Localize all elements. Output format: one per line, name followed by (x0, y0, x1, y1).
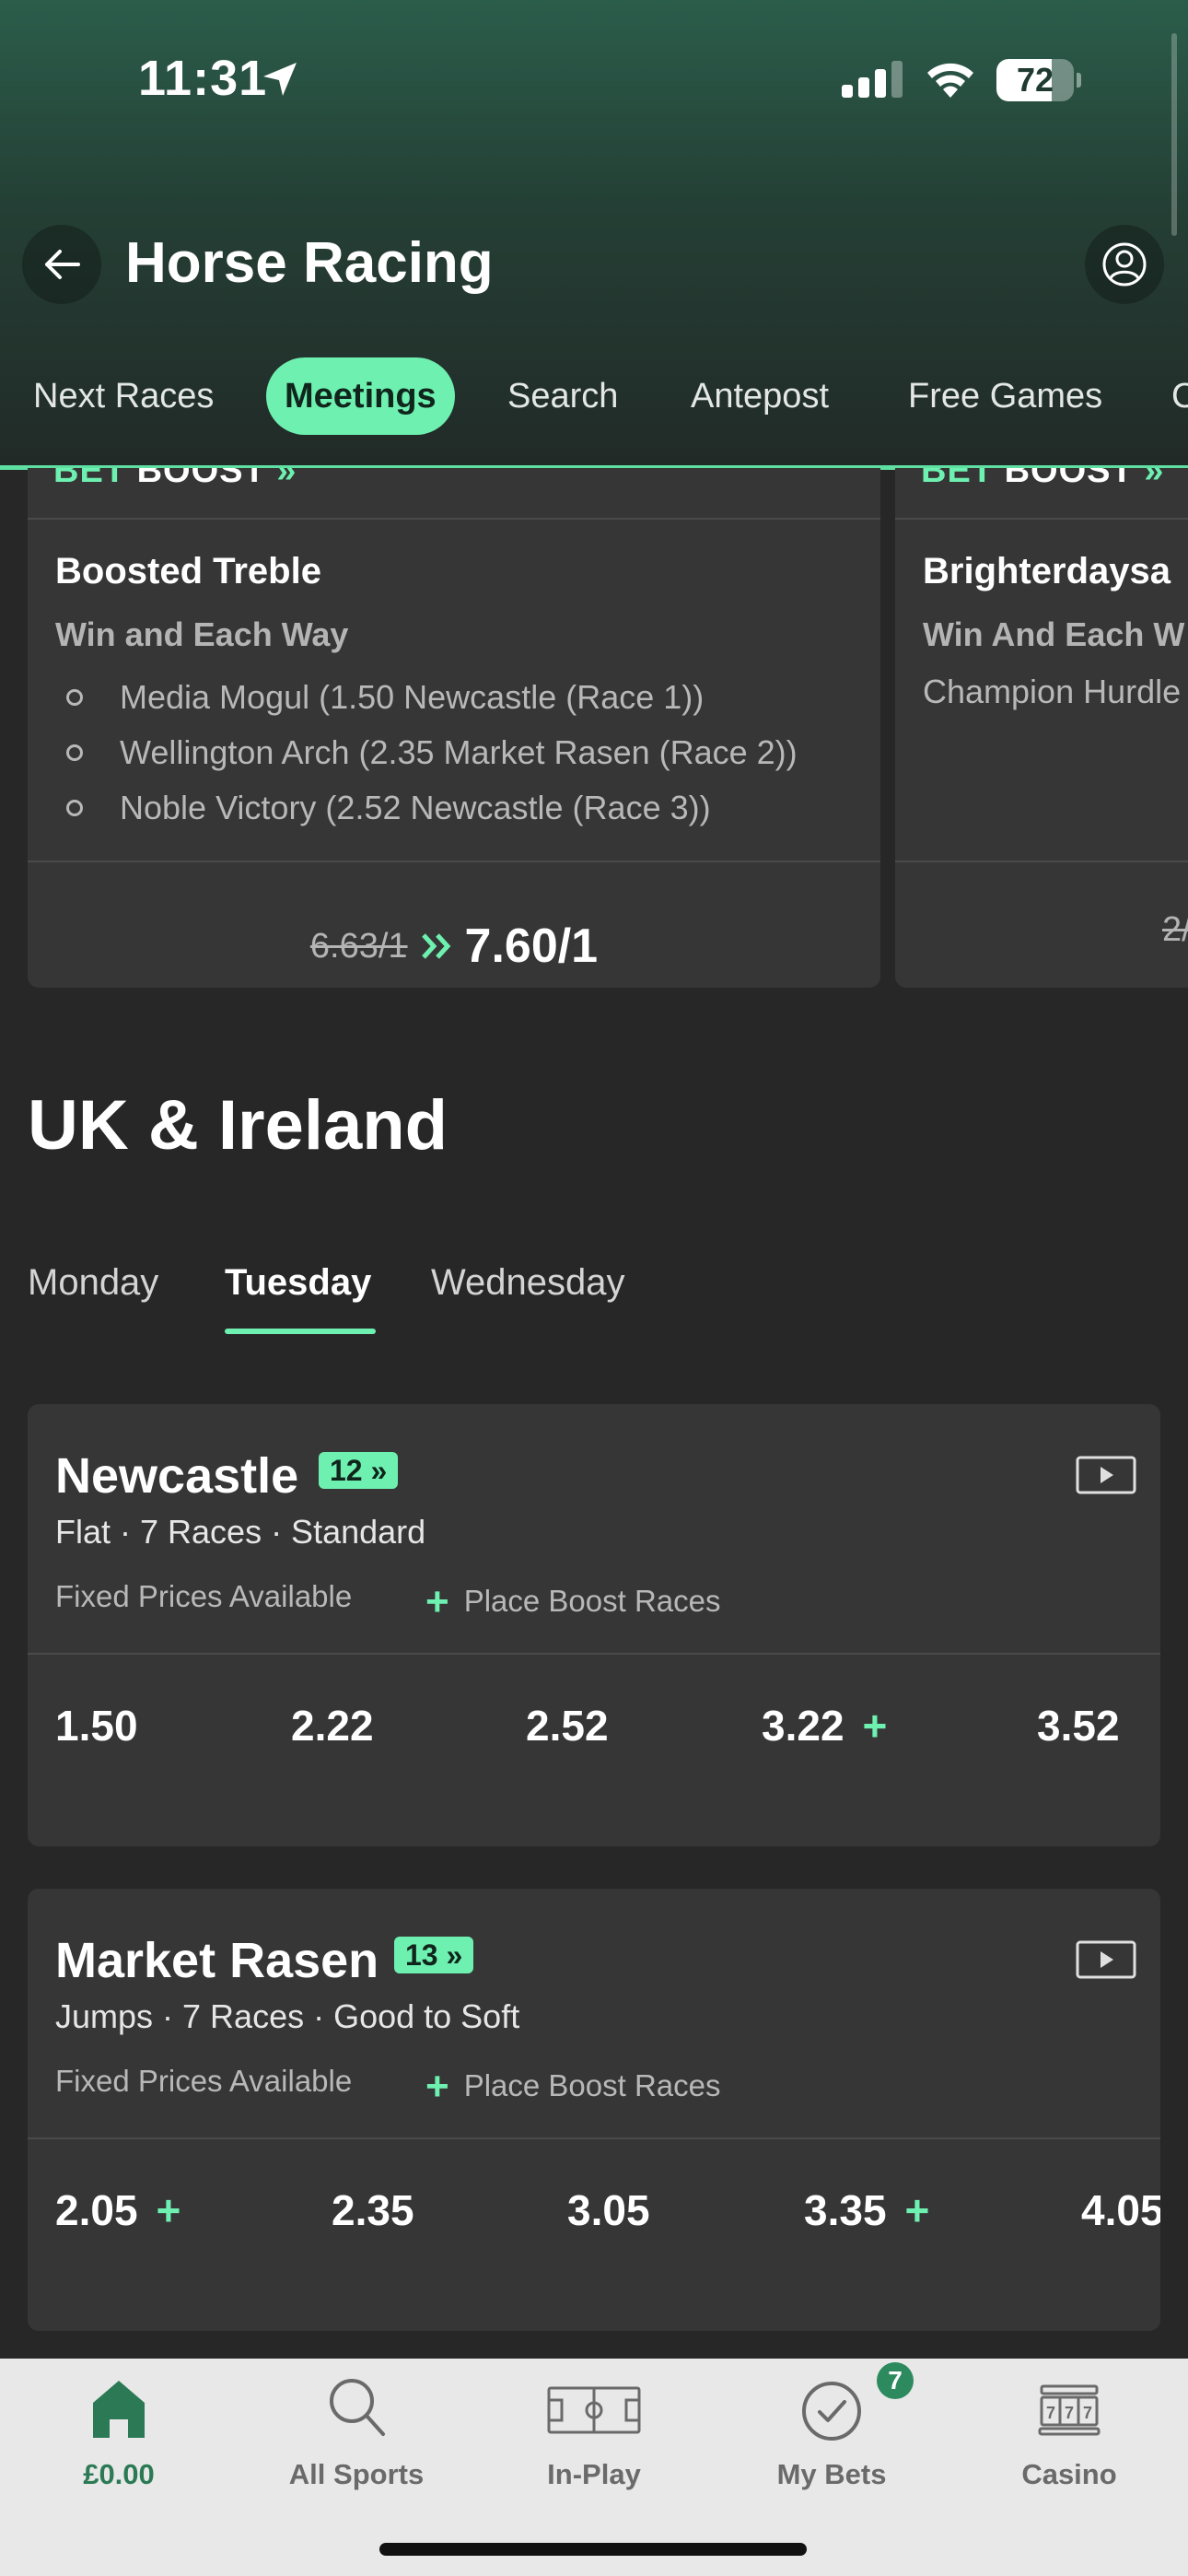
double-chevron-icon: » (276, 468, 297, 490)
boost-market: Win and Each Way (55, 615, 349, 653)
boost-chevron-icon (421, 933, 450, 959)
race-time-button[interactable]: 2.52 (526, 1701, 609, 1751)
plus-icon: + (425, 1579, 449, 1624)
active-day-indicator (225, 1329, 376, 1334)
tab-antepost[interactable]: Antepost (691, 357, 829, 435)
boost-selection: Noble Victory (2.52 Newcastle (Race 3)) (55, 789, 711, 827)
boost-card[interactable]: BET BOOST » Brighterdaysa Win And Each W… (895, 468, 1188, 988)
double-chevron-icon: » (370, 1454, 388, 1487)
race-time-button[interactable]: 3.22 + (762, 1701, 887, 1751)
account-button[interactable] (1085, 225, 1164, 304)
location-arrow-icon (263, 63, 297, 96)
day-tab-monday[interactable]: Monday (28, 1262, 158, 1304)
battery-level: 72 (1016, 61, 1054, 99)
place-boost-label: + Place Boost Races (425, 2064, 721, 2109)
day-tab-wednesday[interactable]: Wednesday (431, 1262, 625, 1304)
meeting-name: Market Rasen (55, 1933, 379, 1988)
region-title: UK & Ireland (28, 1086, 448, 1165)
pitch-icon (547, 2386, 641, 2434)
app-header: 11:31 72 Horse Racing Next Races Meeting… (0, 0, 1188, 470)
tab-next-races[interactable]: Next Races (33, 357, 214, 435)
cellular-signal-icon (842, 61, 903, 98)
page-title: Horse Racing (125, 231, 494, 295)
race-time-button[interactable]: 1.50 (55, 1701, 138, 1751)
bullet-circle-icon (66, 689, 83, 707)
old-price: 6.63/1 (309, 926, 408, 966)
meeting-card[interactable]: Market Rasen 13 » Jumps · 7 Races · Good… (28, 1889, 1160, 2331)
bet-boost-tag: BET BOOST » (921, 468, 1164, 491)
race-time-button[interactable]: 2.35 (332, 2185, 414, 2235)
meeting-name: Newcastle (55, 1448, 299, 1504)
nav-my-bets[interactable]: 7 My Bets (713, 2359, 950, 2543)
race-time-button[interactable]: 3.35 + (804, 2185, 929, 2235)
svg-text:7: 7 (1046, 2404, 1055, 2422)
place-boost-plus-icon: + (156, 2186, 181, 2234)
tab-free-games[interactable]: Free Games (908, 357, 1102, 435)
double-chevron-icon: » (1144, 468, 1165, 490)
boost-title: Brighterdaysa (923, 551, 1171, 591)
boost-market: Win And Each W (923, 615, 1185, 653)
bet-boost-tag: BET BOOST » (53, 468, 297, 491)
section-tabs: Next Races Meetings Search Antepost Free… (0, 357, 1188, 435)
race-time-button[interactable]: 3.05 (567, 2185, 650, 2235)
old-price: 2/ (1162, 910, 1188, 949)
boost-selection: Champion Hurdle (923, 673, 1182, 710)
meeting-info: Jumps · 7 Races · Good to Soft (55, 1997, 520, 2035)
race-time-button[interactable]: 2.05 + (55, 2185, 181, 2235)
day-tab-tuesday[interactable]: Tuesday (225, 1262, 371, 1304)
boost-card[interactable]: BET BOOST » Boosted Treble Win and Each … (28, 468, 880, 988)
place-boost-plus-icon: + (862, 1702, 888, 1750)
tab-search[interactable]: Search (507, 357, 618, 435)
home-indicator (379, 2543, 807, 2556)
nav-all-sports[interactable]: All Sports (238, 2359, 475, 2543)
fixed-prices-label: Fixed Prices Available (55, 1579, 353, 1613)
race-time-button[interactable]: 3.52 (1037, 1701, 1120, 1751)
video-play-icon[interactable] (1076, 1940, 1136, 1979)
svg-text:7: 7 (1065, 2404, 1074, 2422)
back-button[interactable] (22, 225, 101, 304)
race-time-button[interactable]: 2.22 (291, 1701, 374, 1751)
race-count-badge: 13 » (394, 1937, 474, 1973)
boosted-price: 7.60/1 (464, 919, 599, 973)
nav-in-play[interactable]: In-Play (475, 2359, 713, 2543)
search-icon (330, 2379, 385, 2436)
bullet-circle-icon (66, 800, 83, 817)
race-time-button[interactable]: 4.05 (1081, 2185, 1160, 2235)
nav-casino[interactable]: 7 7 7 Casino (950, 2359, 1188, 2543)
tab-meetings[interactable]: Meetings (266, 357, 455, 435)
user-icon (1102, 242, 1147, 287)
scrollbar (1171, 33, 1177, 236)
boost-title: Boosted Treble (55, 551, 321, 591)
nav-balance[interactable]: £0.00 (0, 2359, 238, 2543)
place-boost-plus-icon: + (904, 2186, 930, 2234)
check-circle-icon (802, 2382, 861, 2441)
video-play-icon[interactable] (1076, 1456, 1136, 1494)
wifi-icon (927, 63, 973, 98)
status-time: 11:31 (138, 51, 268, 106)
plus-icon: + (425, 2064, 449, 2109)
tab-more[interactable]: C (1171, 357, 1188, 435)
arrow-left-icon (45, 250, 80, 279)
meeting-info: Flat · 7 Races · Standard (55, 1513, 426, 1551)
boost-selection: Wellington Arch (2.35 Market Rasen (Race… (55, 733, 798, 772)
bets-count-badge: 7 (877, 2362, 914, 2399)
double-chevron-icon: » (446, 1938, 463, 1972)
slot-machine-icon: 7 7 7 (1038, 2384, 1101, 2436)
boost-price-button[interactable]: 6.63/1 7.60/1 (28, 905, 880, 988)
fixed-prices-label: Fixed Prices Available (55, 2064, 353, 2098)
place-boost-label: + Place Boost Races (425, 1579, 721, 1624)
boost-selection: Media Mogul (1.50 Newcastle (Race 1)) (55, 678, 704, 717)
svg-text:7: 7 (1083, 2404, 1092, 2422)
race-count-badge: 12 » (319, 1452, 399, 1489)
home-icon (93, 2381, 145, 2438)
bullet-circle-icon (66, 744, 83, 762)
meeting-card[interactable]: Newcastle 12 » Flat · 7 Races · Standard… (28, 1404, 1160, 1846)
battery-indicator: 72 (996, 59, 1081, 101)
